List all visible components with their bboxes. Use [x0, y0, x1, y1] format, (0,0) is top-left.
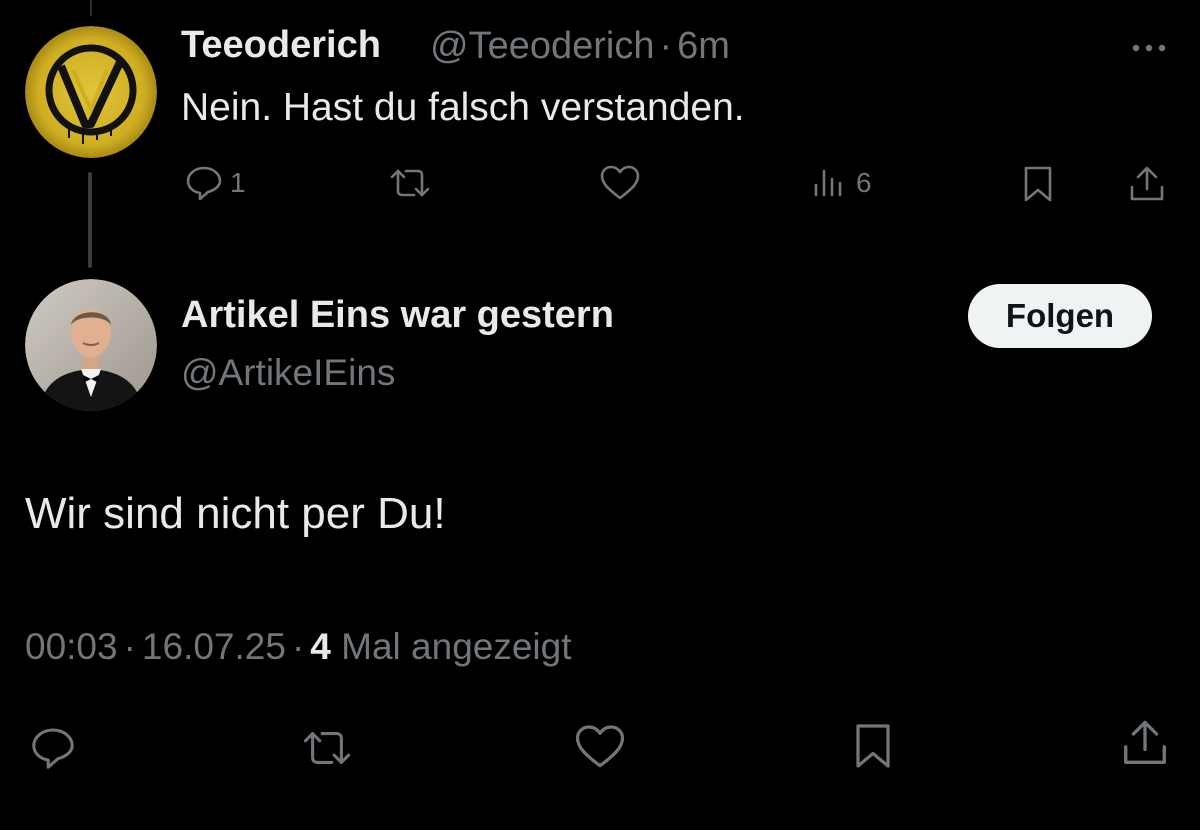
comment-icon — [186, 166, 222, 201]
author-display-name[interactable]: Artikel Eins war gestern — [181, 294, 614, 337]
reply-time-ago[interactable]: 6m — [677, 25, 730, 67]
views-number: 4 — [310, 626, 331, 667]
tweet-timestamp: 00:03 · 16.07.25 · 4 Mal angezeigt — [25, 626, 572, 668]
reply-meta: @Teeoderich · 6m — [430, 25, 730, 68]
profile-photo-icon — [25, 279, 157, 411]
tweet-text: Wir sind nicht per Du! — [25, 489, 446, 538]
heart-icon — [575, 725, 625, 768]
reply-text: Nein. Hast du falsch verstanden. — [181, 86, 745, 129]
thread-line-top — [90, 0, 92, 16]
reply-display-name[interactable]: Teeoderich — [181, 24, 381, 67]
more-options-icon[interactable] — [1126, 33, 1172, 63]
follow-button[interactable]: Folgen — [968, 284, 1152, 348]
meta-separator: · — [659, 25, 673, 67]
avatar-artikel-eins[interactable] — [25, 279, 157, 411]
avatar-teeoderich[interactable] — [25, 26, 157, 158]
tweet-date[interactable]: 16.07.25 — [142, 626, 286, 667]
bookmark-icon — [1024, 166, 1052, 202]
view-count: 6 — [856, 167, 872, 198]
bookmark-action[interactable] — [1018, 163, 1058, 205]
retweet-action[interactable] — [386, 163, 434, 203]
bookmark-icon — [856, 724, 890, 768]
retweet-icon — [390, 169, 430, 197]
views-action[interactable]: 6 — [810, 163, 872, 203]
thread-connector-line — [88, 172, 92, 268]
share-icon — [1124, 720, 1166, 764]
heart-icon — [600, 165, 640, 200]
main-share-action[interactable] — [1118, 716, 1172, 770]
like-action[interactable] — [598, 163, 642, 203]
main-retweet-action[interactable] — [296, 724, 358, 772]
reply-action[interactable]: 1 — [184, 163, 246, 203]
comment-icon — [32, 728, 74, 769]
reply-count: 1 — [230, 167, 246, 198]
share-icon — [1130, 166, 1164, 201]
main-like-action[interactable] — [572, 722, 628, 772]
tweet-time[interactable]: 00:03 — [25, 626, 118, 667]
v-vendetta-logo-icon — [25, 26, 157, 158]
share-action[interactable] — [1126, 163, 1168, 205]
retweet-icon — [303, 732, 351, 764]
stamp-separator: · — [123, 626, 136, 667]
views-label: Mal angezeigt — [341, 626, 572, 667]
reply-handle[interactable]: @Teeoderich — [430, 25, 654, 67]
main-reply-action[interactable] — [25, 724, 81, 772]
analytics-icon — [814, 169, 842, 197]
stamp-separator: · — [291, 626, 305, 667]
main-bookmark-action[interactable] — [848, 718, 898, 774]
author-handle[interactable]: @ArtikeIEins — [181, 352, 395, 394]
